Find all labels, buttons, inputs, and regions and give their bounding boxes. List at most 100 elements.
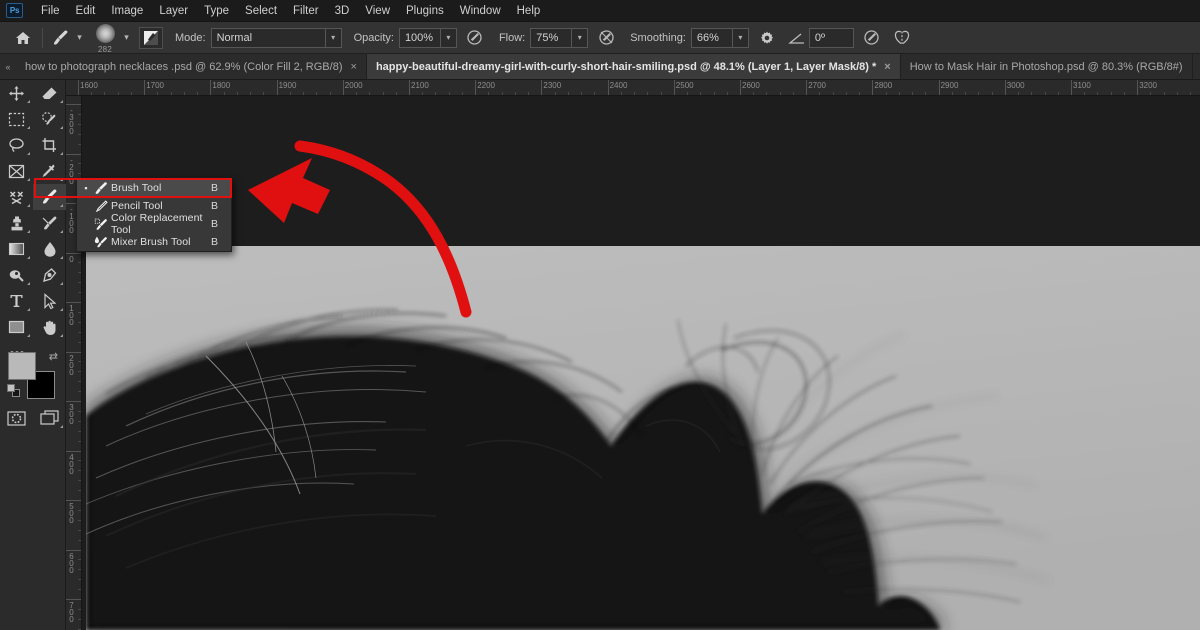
pencil-tool-icon bbox=[91, 199, 111, 214]
ruler-label: 1700 bbox=[144, 81, 164, 90]
image-canvas[interactable] bbox=[86, 246, 1200, 630]
brush-tool[interactable] bbox=[33, 184, 66, 210]
ruler-label: 700 bbox=[67, 601, 75, 622]
opacity-label: Opacity: bbox=[354, 32, 394, 44]
screen-mode[interactable] bbox=[33, 405, 66, 431]
options-divider bbox=[42, 28, 43, 48]
smoothing-dropdown-icon[interactable]: ▾ bbox=[733, 28, 749, 48]
pen-tool[interactable] bbox=[33, 262, 66, 288]
brush-tool-dropdown-caret-icon[interactable]: ▾ bbox=[73, 25, 86, 51]
vertical-ruler[interactable]: -300-200-1000100200300400500600700800 bbox=[66, 96, 82, 630]
menu-3d[interactable]: 3D bbox=[327, 3, 358, 19]
eyedropper-tool[interactable] bbox=[33, 158, 66, 184]
airbrush-icon[interactable] bbox=[594, 26, 618, 50]
shape-tool[interactable] bbox=[0, 314, 33, 340]
menu-window[interactable]: Window bbox=[452, 3, 509, 19]
document-tab-curly-hair-active[interactable]: happy-beautiful-dreamy-girl-with-curly-s… bbox=[367, 54, 901, 79]
pressure-size-icon[interactable] bbox=[860, 26, 884, 50]
ruler-tick bbox=[66, 302, 82, 303]
ruler-label: 1900 bbox=[277, 81, 297, 90]
move-tool[interactable] bbox=[0, 80, 33, 106]
opacity-dropdown-icon[interactable]: ▾ bbox=[441, 28, 457, 48]
tools-right-column bbox=[33, 80, 66, 340]
menu-bar: Ps File Edit Image Layer Type Select Fil… bbox=[0, 0, 1200, 22]
close-icon[interactable]: × bbox=[351, 61, 357, 73]
brush-size-value: 282 bbox=[90, 45, 120, 54]
flow-value[interactable]: 75% bbox=[530, 28, 572, 48]
tool-options-bar: ▾ 282 ▾ Mode: Normal ▾ Opacity: 100% ▾ F… bbox=[0, 22, 1200, 54]
menu-edit[interactable]: Edit bbox=[68, 3, 104, 19]
menu-select[interactable]: Select bbox=[237, 3, 285, 19]
brush-tip-preview bbox=[96, 24, 115, 43]
menu-layer[interactable]: Layer bbox=[151, 3, 196, 19]
brush-angle-value[interactable]: 0º bbox=[809, 28, 854, 48]
flyout-item-color-replacement-tool[interactable]: Color Replacement Tool B bbox=[77, 215, 231, 233]
flow-dropdown-icon[interactable]: ▾ bbox=[572, 28, 588, 48]
opacity-value[interactable]: 100% bbox=[399, 28, 441, 48]
ruler-label: 2200 bbox=[475, 81, 495, 90]
clone-stamp-tool[interactable] bbox=[0, 210, 33, 236]
default-colors-icon[interactable] bbox=[7, 384, 20, 397]
flyout-item-mixer-brush-tool[interactable]: Mixer Brush Tool B bbox=[77, 233, 231, 251]
quick-mask-mode[interactable] bbox=[0, 405, 33, 431]
home-icon[interactable] bbox=[10, 25, 36, 51]
ruler-label: 300 bbox=[67, 403, 75, 424]
collapse-panel-arrows-icon[interactable]: « bbox=[0, 54, 16, 79]
menu-help[interactable]: Help bbox=[509, 3, 549, 19]
pressure-opacity-icon[interactable] bbox=[463, 26, 487, 50]
ruler-label: 2100 bbox=[409, 81, 429, 90]
close-icon[interactable]: × bbox=[884, 61, 890, 73]
ruler-label: 3100 bbox=[1071, 81, 1091, 90]
hand-tool[interactable] bbox=[33, 314, 66, 340]
ruler-tick bbox=[66, 401, 82, 402]
ruler-label: 2400 bbox=[608, 81, 628, 90]
flyout-item-label: Pencil Tool bbox=[111, 200, 211, 212]
blend-mode-value[interactable]: Normal bbox=[211, 28, 326, 48]
tool-flyout-corner-icon bbox=[60, 152, 63, 155]
menu-image[interactable]: Image bbox=[103, 3, 151, 19]
flyout-item-brush-tool[interactable]: ▪ Brush Tool B bbox=[77, 179, 231, 197]
brush-preset-picker-icon[interactable]: 282 bbox=[90, 23, 120, 53]
ruler-label: 2800 bbox=[872, 81, 892, 90]
type-tool[interactable] bbox=[0, 288, 33, 314]
lasso-tool[interactable] bbox=[0, 132, 33, 158]
menu-view[interactable]: View bbox=[357, 3, 398, 19]
smoothing-value[interactable]: 66% bbox=[691, 28, 733, 48]
tool-flyout-corner-icon bbox=[60, 425, 63, 428]
selected-bullet-icon: ▪ bbox=[81, 183, 91, 193]
spot-healing-brush-tool[interactable] bbox=[0, 184, 33, 210]
swap-colors-icon[interactable]: ⇄ bbox=[49, 350, 58, 363]
document-tab-mask-hair[interactable]: How to Mask Hair in Photoshop.psd @ 80.3… bbox=[901, 54, 1193, 79]
foreground-color-swatch[interactable] bbox=[8, 352, 36, 380]
ruler-tick bbox=[66, 253, 82, 254]
smoothing-options-gear-icon[interactable] bbox=[755, 26, 779, 50]
brush-tool-flyout-menu[interactable]: ▪ Brush Tool B Pencil Tool B Color Repla… bbox=[76, 178, 232, 252]
menu-plugins[interactable]: Plugins bbox=[398, 3, 452, 19]
document-area: 1600170018001900200021002200230024002500… bbox=[66, 80, 1200, 630]
ruler-tick bbox=[66, 599, 82, 600]
crop-tool[interactable] bbox=[33, 132, 66, 158]
symmetry-butterfly-icon[interactable] bbox=[890, 26, 914, 50]
object-selection-tool[interactable] bbox=[33, 106, 66, 132]
horizontal-ruler[interactable]: 1600170018001900200021002200230024002500… bbox=[66, 80, 1200, 96]
dodge-tool[interactable] bbox=[0, 262, 33, 288]
brush-tool-icon[interactable] bbox=[49, 25, 73, 51]
ruler-tick bbox=[66, 451, 82, 452]
path-selection-tool[interactable] bbox=[33, 288, 66, 314]
tool-flyout-corner-icon bbox=[27, 282, 30, 285]
brush-settings-panel-icon[interactable] bbox=[139, 27, 163, 49]
menu-type[interactable]: Type bbox=[196, 3, 237, 19]
brush-preset-dropdown-caret-icon[interactable]: ▾ bbox=[120, 25, 133, 51]
blur-tool[interactable] bbox=[33, 236, 66, 262]
document-tab-necklaces[interactable]: how to photograph necklaces .psd @ 62.9%… bbox=[16, 54, 367, 79]
blend-mode-dropdown-icon[interactable]: ▾ bbox=[326, 28, 342, 48]
frame-tool[interactable] bbox=[0, 158, 33, 184]
eraser-tool[interactable] bbox=[33, 80, 66, 106]
menu-filter[interactable]: Filter bbox=[285, 3, 327, 19]
canvas-viewport[interactable] bbox=[82, 96, 1200, 630]
menu-file[interactable]: File bbox=[33, 3, 68, 19]
rectangular-marquee-tool[interactable] bbox=[0, 106, 33, 132]
tool-flyout-corner-icon bbox=[60, 308, 63, 311]
history-brush-tool[interactable] bbox=[33, 210, 66, 236]
gradient-tool[interactable] bbox=[0, 236, 33, 262]
